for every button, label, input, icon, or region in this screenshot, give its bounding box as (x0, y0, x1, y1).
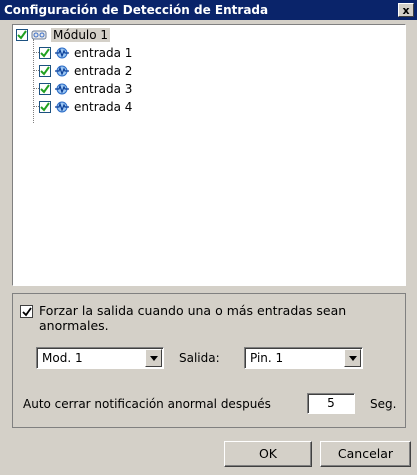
output-pin-value: Pin. 1 (250, 351, 284, 365)
auto-close-label: Auto cerrar notificación anormal después (23, 397, 271, 411)
seconds-unit-label: Seg. (370, 397, 397, 411)
input-signal-icon (54, 100, 70, 114)
chevron-down-icon[interactable] (145, 349, 162, 367)
entrada-3-checkbox[interactable] (39, 83, 51, 95)
entrada-2-checkbox[interactable] (39, 65, 51, 77)
entrada-1-label: entrada 1 (74, 46, 133, 60)
input-signal-icon (54, 46, 70, 60)
tree-node-entrada-2[interactable]: entrada 2 (39, 62, 132, 80)
module-icon (31, 28, 47, 42)
module-1-label: Módulo 1 (51, 28, 111, 42)
module-select-value: Mod. 1 (42, 351, 83, 365)
module-1-checkbox[interactable] (16, 29, 28, 41)
entrada-3-label: entrada 3 (74, 82, 133, 96)
title-bar: Configuración de Detección de Entrada x (0, 0, 417, 20)
auto-close-seconds-input[interactable]: 5 (307, 393, 355, 414)
module-select[interactable]: Mod. 1 (36, 347, 164, 369)
window-title: Configuración de Detección de Entrada (4, 3, 269, 17)
close-button[interactable]: x (398, 3, 414, 17)
input-tree: Módulo 1 entrada 1 entrada 2 entrada 3 e… (12, 24, 406, 286)
input-signal-icon (54, 82, 70, 96)
cancel-button[interactable]: Cancelar (320, 441, 411, 467)
force-output-option[interactable]: Forzar la salida cuando una o más entrad… (20, 303, 399, 333)
force-output-checkbox[interactable] (20, 305, 33, 318)
force-output-label: Forzar la salida cuando una o más entrad… (39, 303, 347, 333)
tree-node-module-1[interactable]: Módulo 1 (16, 26, 111, 44)
entrada-4-label: entrada 4 (74, 100, 133, 114)
entrada-1-checkbox[interactable] (39, 47, 51, 59)
chevron-down-icon[interactable] (344, 349, 361, 367)
tree-node-entrada-1[interactable]: entrada 1 (39, 44, 132, 62)
entrada-4-checkbox[interactable] (39, 101, 51, 113)
entrada-2-label: entrada 2 (74, 64, 133, 78)
tree-node-entrada-3[interactable]: entrada 3 (39, 80, 132, 98)
output-pin-select[interactable]: Pin. 1 (244, 347, 363, 369)
tree-node-entrada-4[interactable]: entrada 4 (39, 98, 132, 116)
output-label: Salida: (179, 351, 220, 365)
ok-button[interactable]: OK (224, 441, 312, 467)
input-signal-icon (54, 64, 70, 78)
